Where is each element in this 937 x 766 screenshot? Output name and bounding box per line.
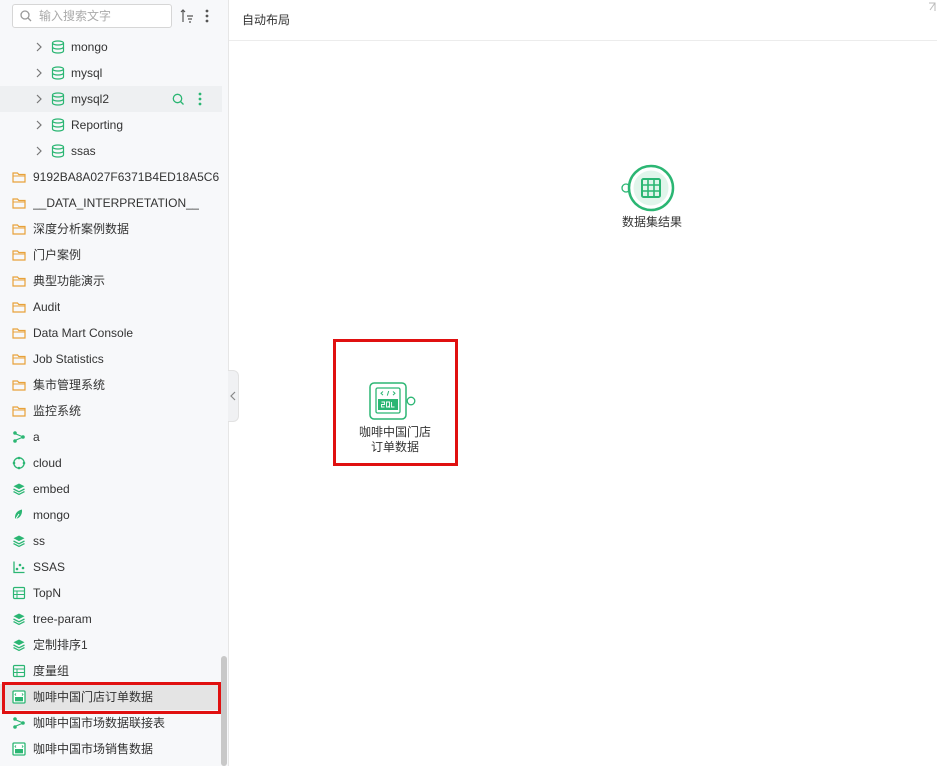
folder-item[interactable]: Audit bbox=[0, 294, 222, 320]
folder-icon bbox=[12, 196, 26, 210]
folder-icon bbox=[12, 222, 26, 236]
leaf-icon bbox=[12, 508, 26, 522]
folder-icon bbox=[12, 248, 26, 262]
dataset-item[interactable]: 咖啡中国市场销售数据 bbox=[0, 736, 222, 762]
search-input[interactable] bbox=[39, 7, 164, 25]
table-icon bbox=[12, 664, 26, 678]
flow-icon bbox=[12, 716, 26, 730]
dataset-sidebar: mongo mysql mysql2 Reporting ssas 9192BA… bbox=[0, 0, 229, 766]
chevron-right-icon[interactable] bbox=[35, 146, 43, 156]
dataset-item[interactable]: 度量组 bbox=[0, 658, 222, 684]
chart-icon bbox=[12, 560, 26, 574]
folder-icon bbox=[12, 378, 26, 392]
folder-item[interactable]: 深度分析案例数据 bbox=[0, 216, 222, 242]
search-box[interactable] bbox=[12, 4, 172, 28]
folder-item[interactable]: 集市管理系统 bbox=[0, 372, 222, 398]
folder-icon bbox=[12, 170, 26, 184]
folder-icon bbox=[12, 404, 26, 418]
more-icon[interactable] bbox=[200, 8, 214, 24]
sql-icon bbox=[12, 742, 26, 756]
folder-item[interactable]: __DATA_INTERPRETATION__ bbox=[0, 190, 222, 216]
chevron-right-icon[interactable] bbox=[35, 94, 43, 104]
chevron-right-icon[interactable] bbox=[35, 120, 43, 130]
dataset-item[interactable]: TopN bbox=[0, 580, 222, 606]
sql-node-icon[interactable] bbox=[367, 380, 417, 422]
folder-item[interactable]: 门户案例 bbox=[0, 242, 222, 268]
database-icon bbox=[51, 40, 65, 54]
tree-item[interactable]: mongo bbox=[0, 34, 222, 60]
layers-icon bbox=[12, 534, 26, 548]
result-node-label: 数据集结果 bbox=[621, 215, 682, 229]
sort-icon[interactable] bbox=[180, 8, 194, 24]
sql-node-label-line2: 订单数据 bbox=[370, 440, 419, 454]
layers-icon bbox=[12, 638, 26, 652]
result-node-icon[interactable] bbox=[620, 164, 678, 214]
database-icon bbox=[51, 144, 65, 158]
dataset-item[interactable]: cloud bbox=[0, 450, 222, 476]
tree-item[interactable]: mysql bbox=[0, 60, 222, 86]
folder-icon bbox=[12, 352, 26, 366]
dataset-item[interactable]: embed bbox=[0, 476, 222, 502]
more-icon[interactable] bbox=[196, 92, 204, 106]
folder-icon bbox=[12, 326, 26, 340]
folder-item[interactable]: Job Statistics bbox=[0, 346, 222, 372]
dataset-item[interactable]: mongo bbox=[0, 502, 222, 528]
folder-item[interactable]: 9192BA8A027F6371B4ED18A5C6EE bbox=[0, 164, 222, 190]
dataset-item[interactable]: a bbox=[0, 424, 222, 450]
search-icon bbox=[20, 10, 32, 22]
folder-item[interactable]: Data Mart Console bbox=[0, 320, 222, 346]
dataset-item[interactable]: tree-param bbox=[0, 606, 222, 632]
highlight-box-sidebar bbox=[2, 682, 221, 714]
tree-item[interactable]: Reporting bbox=[0, 112, 222, 138]
database-icon bbox=[51, 118, 65, 132]
tree-item[interactable]: ssas bbox=[0, 138, 222, 164]
canvas-toolbar: 自动布局 bbox=[229, 0, 937, 41]
cloud-icon bbox=[12, 456, 26, 470]
search-icon[interactable] bbox=[172, 93, 185, 106]
dataset-item[interactable]: 定制排序1 bbox=[0, 632, 222, 658]
layers-icon bbox=[12, 612, 26, 626]
auto-layout-button[interactable]: 自动布局 bbox=[242, 11, 290, 28]
tree-item[interactable]: mysql2 bbox=[0, 86, 222, 112]
dataset-item[interactable]: ss bbox=[0, 528, 222, 554]
database-icon bbox=[51, 66, 65, 80]
table-icon bbox=[12, 586, 26, 600]
corner-icon[interactable] bbox=[928, 2, 936, 12]
folder-icon bbox=[12, 274, 26, 288]
database-icon bbox=[51, 92, 65, 106]
flow-icon bbox=[12, 430, 26, 444]
chevron-right-icon[interactable] bbox=[35, 42, 43, 52]
collapse-sidebar-button[interactable] bbox=[228, 370, 239, 422]
chevron-right-icon[interactable] bbox=[35, 68, 43, 78]
layers-icon bbox=[12, 482, 26, 496]
dataset-item[interactable]: SSAS bbox=[0, 554, 222, 580]
sidebar-scrollbar[interactable] bbox=[221, 656, 227, 766]
folder-item[interactable]: 典型功能演示 bbox=[0, 268, 222, 294]
chevron-left-icon bbox=[230, 391, 236, 401]
folder-icon bbox=[12, 300, 26, 314]
folder-item[interactable]: 监控系统 bbox=[0, 398, 222, 424]
